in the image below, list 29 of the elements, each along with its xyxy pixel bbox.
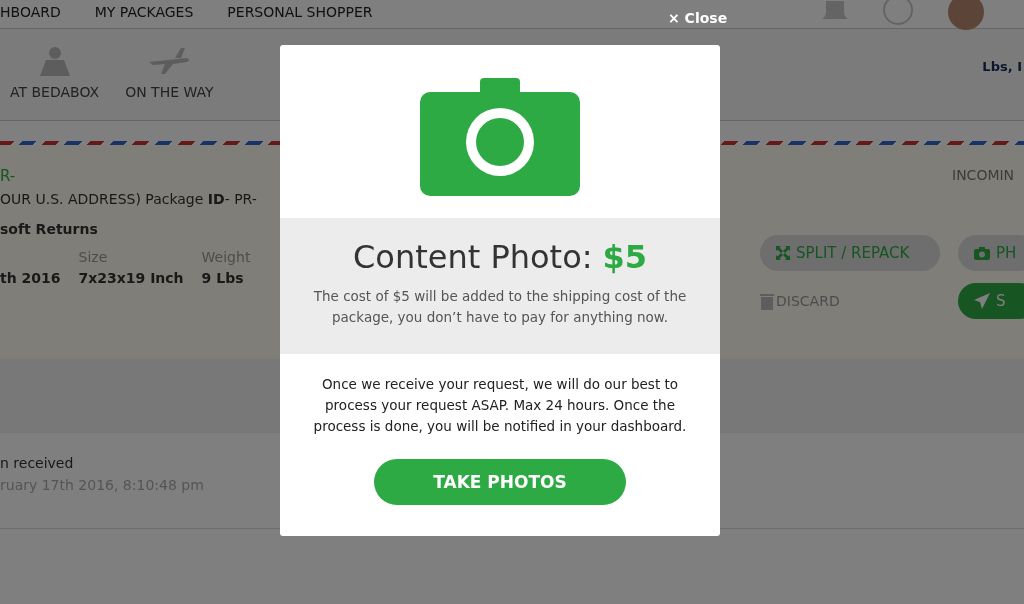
price-label: $5: [602, 238, 647, 276]
nav-link[interactable]: HBOARD: [0, 4, 61, 20]
trash-icon: [760, 292, 774, 310]
send-button[interactable]: S: [958, 283, 1024, 319]
package-id: R-: [0, 167, 17, 185]
status-label: INCOMIN: [952, 167, 1016, 183]
help-icon[interactable]: [882, 0, 914, 26]
nav-link[interactable]: PERSONAL SHOPPER: [227, 4, 373, 20]
camera-icon: [420, 77, 580, 196]
airplane-icon: [147, 46, 192, 76]
tab[interactable]: AT BEDABOX: [10, 46, 100, 100]
take-photos-button[interactable]: TAKE PHOTOS: [374, 458, 626, 505]
camera-icon: [974, 246, 990, 260]
expand-arrows-icon: [776, 246, 790, 260]
sender-name: soft Returns: [0, 221, 99, 237]
field-value: th 2016: [0, 270, 61, 286]
close-button[interactable]: × Close: [668, 10, 728, 26]
cost-note: The cost of $5 will be added to the shipping cost of the package, you don’t have to pay for anything now.: [312, 287, 688, 327]
dialog-title: Content Photo:: [353, 238, 593, 276]
process-info: Once we receive your request, we will do our best to process your request ASAP. Max 24 hours. Once the process is done, you will be notified in your dashboard.: [312, 375, 688, 436]
avatar[interactable]: [948, 0, 984, 30]
field-value: 7x23x19 Inch: [78, 270, 184, 286]
nav-link[interactable]: MY PACKAGES: [94, 4, 194, 20]
units-label: Lbs, I: [982, 59, 1022, 74]
tab[interactable]: ON THE WAY: [125, 46, 214, 100]
field-value: 9 Lbs: [201, 270, 245, 286]
address-line: OUR U.S. ADDRESS) Package ID- PR-: [0, 191, 257, 207]
paper-plane-icon: [974, 293, 990, 309]
log-event: n received: [0, 455, 74, 471]
